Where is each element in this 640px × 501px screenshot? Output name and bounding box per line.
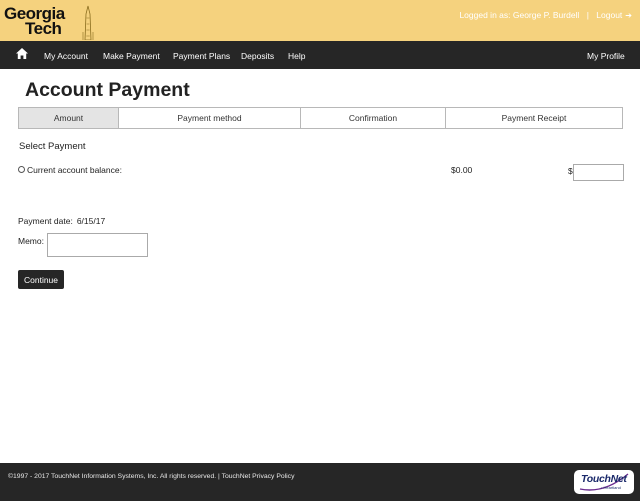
logout-link[interactable]: Logout ➔ xyxy=(596,10,632,20)
memo-label: Memo: xyxy=(18,236,44,246)
privacy-policy-link[interactable]: TouchNet Privacy Policy xyxy=(222,473,295,480)
touchnet-logo-text: TouchNet xyxy=(581,473,627,485)
step-payment-method: Payment method xyxy=(119,108,301,128)
balance-radio[interactable] xyxy=(18,166,25,173)
main-nav: My Account Make Payment Payment Plans De… xyxy=(0,41,640,69)
continue-button[interactable]: Continue xyxy=(18,270,64,289)
balance-row: Current account balance: $0.00 $ xyxy=(17,164,625,181)
step-payment-receipt: Payment Receipt xyxy=(501,113,567,123)
payment-date-value: 6/15/17 xyxy=(76,216,106,226)
step-amount: Amount xyxy=(19,108,119,128)
nav-my-profile[interactable]: My Profile xyxy=(587,51,625,61)
home-icon[interactable] xyxy=(15,47,29,60)
georgia-tech-logo[interactable]: Georgia Tech xyxy=(4,4,96,40)
logged-in-text: Logged in as: George P. Burdell xyxy=(459,10,580,20)
payment-amount-input[interactable] xyxy=(573,164,624,181)
tech-tower-icon xyxy=(82,5,94,40)
payment-date: Payment date: 6/15/17 xyxy=(18,216,105,226)
footer: ©1997 - 2017 TouchNet Information System… xyxy=(0,463,640,501)
login-status: Logged in as: George P. Burdell | Logout… xyxy=(459,10,632,20)
nav-help[interactable]: Help xyxy=(288,51,305,61)
logout-label: Logout xyxy=(596,10,623,20)
nav-payment-plans[interactable]: Payment Plans xyxy=(173,51,230,61)
payment-date-label: Payment date: xyxy=(18,216,73,226)
payment-steps: Amount Payment method Confirmation Payme… xyxy=(18,107,623,129)
page-title: Account Payment xyxy=(25,79,190,101)
logo-line2: Tech xyxy=(25,19,62,38)
footer-text: ©1997 - 2017 TouchNet Information System… xyxy=(8,473,294,480)
memo-input[interactable] xyxy=(47,233,148,257)
logout-icon: ➔ xyxy=(625,11,632,20)
top-header: Georgia Tech Logged in as: George P. Bur… xyxy=(0,0,640,41)
header-separator: | xyxy=(586,10,589,20)
step-confirmation: Confirmation xyxy=(301,108,446,128)
touchnet-logo-subtext: • Heartland xyxy=(601,485,621,490)
nav-make-payment[interactable]: Make Payment xyxy=(103,51,160,61)
copyright-text: ©1997 - 2017 TouchNet Information System… xyxy=(8,473,220,480)
select-payment-heading: Select Payment xyxy=(19,141,86,152)
balance-amount: $0.00 xyxy=(451,165,473,175)
touchnet-logo: TouchNet • Heartland xyxy=(574,470,634,494)
nav-deposits[interactable]: Deposits xyxy=(241,51,274,61)
nav-my-account[interactable]: My Account xyxy=(44,51,88,61)
balance-label: Current account balance: xyxy=(27,165,122,175)
